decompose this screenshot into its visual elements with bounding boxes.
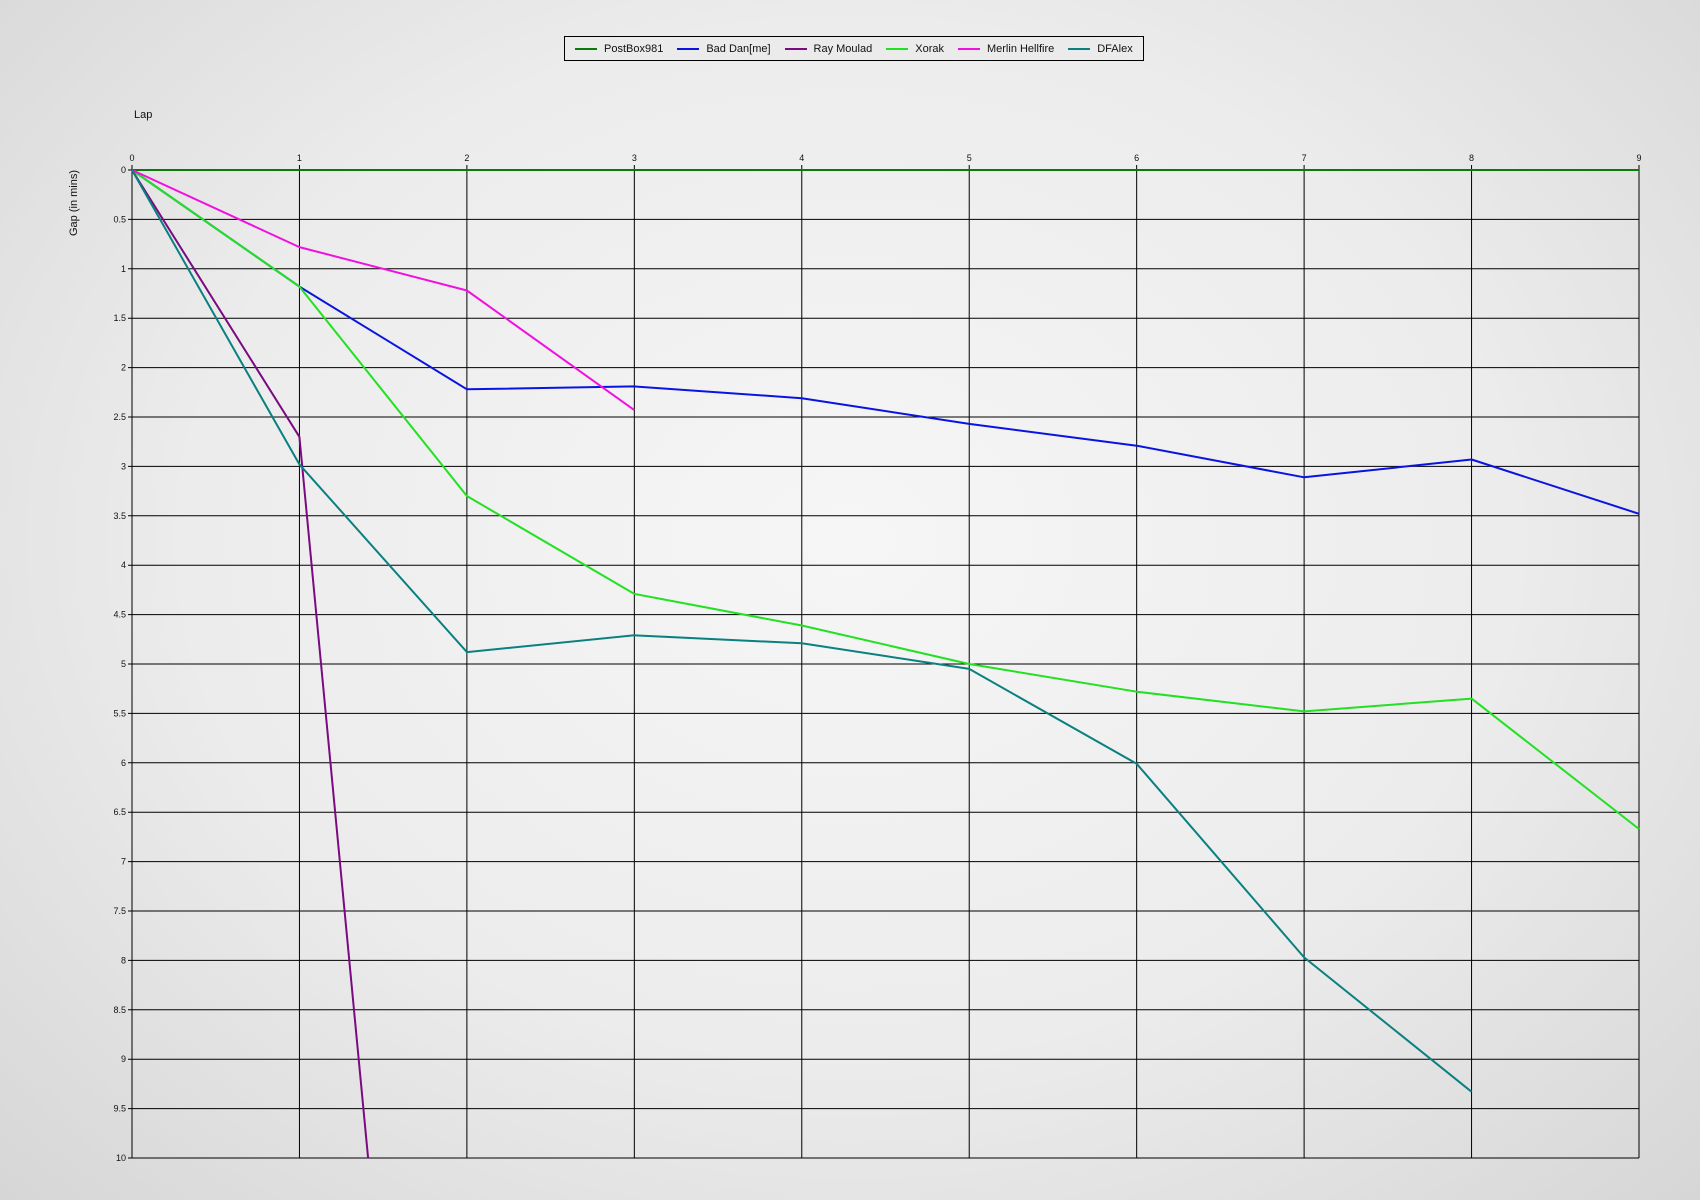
x-tick-label: 7 [1302, 153, 1307, 163]
y-tick-label: 1 [121, 264, 126, 274]
y-tick-label: 7.5 [113, 906, 126, 916]
x-tick-label: 6 [1134, 153, 1139, 163]
y-tick-label: 2 [121, 363, 126, 373]
x-tick-label: 4 [799, 153, 804, 163]
x-tick-label: 1 [297, 153, 302, 163]
series-line-bad-dan-me [131, 169, 1640, 515]
x-tick-label: 9 [1636, 153, 1641, 163]
y-tick-label: 1.5 [113, 313, 126, 323]
x-tick-label: 2 [464, 153, 469, 163]
y-tick-label: 9.5 [113, 1104, 126, 1114]
y-tick-label: 4 [121, 560, 126, 570]
x-tick-label: 5 [967, 153, 972, 163]
y-tick-label: 7 [121, 857, 126, 867]
y-tick-label: 5 [121, 659, 126, 669]
y-tick-label: 2.5 [113, 412, 126, 422]
y-tick-label: 8 [121, 955, 126, 965]
gap-chart: 0 0.5 1 1.5 2 2.5 3 3.5 4 4.5 5 5.5 6 6.5 7 7.5 8 8.5 9 9.5… [68, 109, 1642, 1163]
y-tick-label: 4.5 [113, 610, 126, 620]
y-tick-label: 10 [116, 1153, 126, 1163]
y-axis-title: Gap (in mins) [68, 170, 80, 236]
y-tick-label: 8.5 [113, 1005, 126, 1015]
y-tick-label: 9 [121, 1054, 126, 1064]
ticks-layer: 0 0.5 1 1.5 2 2.5 3 3.5 4 4.5 5 5.5 6 6.5 7 7.5 8 8.5 9 9.5… [113, 153, 1641, 1163]
y-tick-label: 0 [121, 165, 126, 175]
x-tick-label: 3 [632, 153, 637, 163]
y-tick-label: 0.5 [113, 214, 126, 224]
x-tick-label: 8 [1469, 153, 1474, 163]
y-tick-label: 6.5 [113, 807, 126, 817]
y-tick-label: 5.5 [113, 708, 126, 718]
y-tick-label: 3 [121, 461, 126, 471]
y-tick-label: 3.5 [113, 511, 126, 521]
y-tick-label: 6 [121, 758, 126, 768]
x-tick-label: 0 [129, 153, 134, 163]
x-axis-title: Lap [134, 109, 152, 121]
